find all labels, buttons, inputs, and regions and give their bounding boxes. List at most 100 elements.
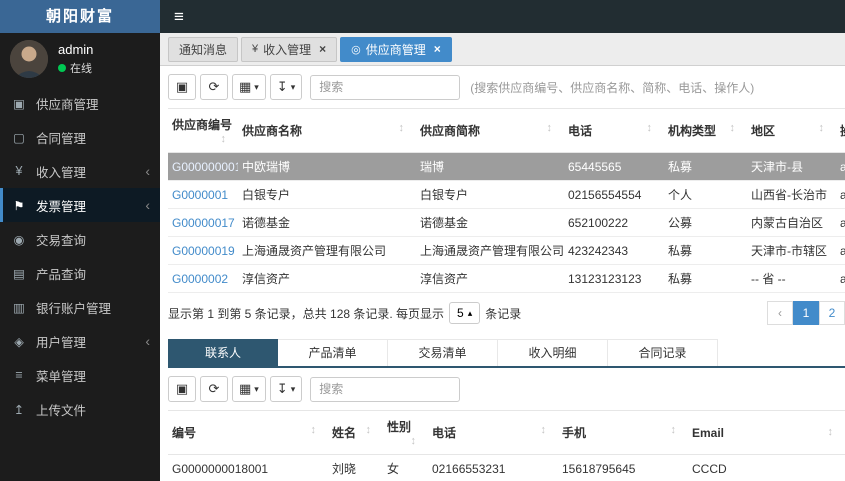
cell-type: 私募 [664, 152, 747, 181]
table-header-row: 编号 ↕ 姓名 ↕ 性别 ↕ 电话 ↕ 手机 ↕ Email ↕ [168, 410, 845, 455]
close-icon[interactable]: × [319, 42, 326, 56]
columns-button[interactable]: ▦ ▾ [232, 376, 266, 402]
row-id-link[interactable]: G00000017 [172, 216, 235, 230]
close-icon[interactable]: × [434, 42, 441, 56]
column-header-short[interactable]: 供应商简称 ↕ [416, 108, 564, 153]
sort-icon[interactable]: ↕ [399, 122, 405, 134]
column-header-mobile[interactable]: 手机 ↕ [558, 410, 688, 455]
sidebar-item-menus[interactable]: ≡ 菜单管理 [0, 358, 160, 392]
column-header-name[interactable]: 供应商名称 ↕ [238, 108, 416, 153]
sort-icon[interactable]: ↕ [541, 424, 547, 436]
sort-icon[interactable]: ↕ [671, 424, 677, 436]
sidebar-item-invoices[interactable]: ⚑ 发票管理 ‹ [0, 188, 160, 222]
table-row[interactable]: G00000019 上海通晟资产管理有限公司 上海通晟资产管理有限公司 4232423… [168, 236, 845, 265]
sidebar-item-upload[interactable]: ↥ 上传文件 [0, 392, 160, 426]
sidebar-item-products[interactable]: ▤ 产品查询 [0, 256, 160, 290]
cell-phone: 02166553231 [428, 454, 558, 481]
table-row[interactable]: G0000000018中欧瑞博瑞博65445565私募天津市-县a [168, 152, 845, 181]
cell-short: 上海通晟资产管理有限公司 [416, 236, 564, 265]
sidebar-item-users[interactable]: ◈ 用户管理 ‹ [0, 324, 160, 358]
sort-icon[interactable]: ↕ [647, 122, 653, 134]
supplier-toolbar: ▣ ⟳ ▦▾ ↧▾ (搜索供应商编号、供应商名称、简称、电话、操作人) [168, 74, 845, 100]
column-header-name[interactable]: 姓名 ↕ [328, 410, 383, 455]
supplier-search-input[interactable] [310, 74, 461, 100]
cell-short: 诺德基金 [416, 208, 564, 237]
sort-icon[interactable]: ↕ [366, 424, 372, 436]
chevron-left-icon: ‹ [145, 163, 150, 179]
column-header-gender[interactable]: 性别 ↕ [383, 410, 428, 455]
table-row[interactable]: G00000017诺德基金诺德基金652100222公募内蒙古自治区a [168, 208, 845, 237]
table-row[interactable]: G0000001白银专户白银专户02156554554个人山西省-长治市a [168, 180, 845, 209]
bank-icon: ▥ [13, 300, 25, 315]
sort-icon[interactable]: ↕ [221, 133, 227, 145]
cell-region: -- 省 -- [747, 264, 836, 293]
row-id-link[interactable]: G0000002 [172, 272, 228, 286]
sidebar-item-label: 发票管理 [36, 199, 87, 214]
sidebar-toggle-icon[interactable]: ≡ [174, 7, 184, 26]
column-header-type[interactable]: 机构类型 ↕ [664, 108, 747, 153]
tab-notifications[interactable]: 通知消息 [168, 36, 239, 62]
page-button-1[interactable]: 1 [793, 301, 819, 325]
detail-tab-products[interactable]: 产品清单 [278, 339, 388, 366]
sidebar-item-contracts[interactable]: ▢ 合同管理 [0, 120, 160, 154]
column-header-id[interactable]: 编号 ↕ [168, 410, 328, 455]
column-header-phone[interactable]: 电话 ↕ [428, 410, 558, 455]
cell-op: a [836, 180, 845, 209]
detail-tab-contracts[interactable]: 合同记录 [608, 339, 718, 366]
tab-suppliers[interactable]: ◎ 供应商管理 × [340, 36, 452, 62]
sidebar: admin 在线 ▣ 供应商管理 ▢ 合同管理 ¥ 收入管理 ‹ ⚑ 发票管理 ‹ ◉ 交易查询 ▤ 产品… [0, 33, 160, 481]
sort-icon[interactable]: ↕ [311, 424, 317, 436]
page-size-select[interactable]: 5 ▴ [449, 302, 481, 324]
detail-tabs: 联系人 产品清单 交易清单 收入明细 合同记录 [168, 339, 845, 368]
row-id-link[interactable]: G0000000018 [172, 160, 238, 174]
toggle-view-button[interactable]: ▣ [168, 74, 196, 100]
column-header-label: 手机 [562, 426, 587, 440]
app-brand: 朝阳财富 [0, 0, 160, 33]
column-header-label: 电话 [568, 124, 593, 138]
column-header-op[interactable]: 操作人↕ [836, 108, 845, 153]
refresh-button[interactable]: ⟳ [200, 376, 228, 402]
columns-button[interactable]: ▦ ▾ [232, 74, 266, 100]
contacts-search-input[interactable] [310, 376, 461, 402]
detail-tab-contacts[interactable]: 联系人 [168, 339, 278, 366]
export-button[interactable]: ↧ ▾ [269, 74, 303, 100]
sort-icon[interactable]: ↕ [819, 122, 825, 134]
column-header-label: 编号 [172, 426, 197, 440]
tab-income[interactable]: ¥ 收入管理 × [241, 36, 338, 62]
export-button[interactable]: ↧ ▾ [269, 376, 303, 402]
cell-mobile: 15618795645 [558, 454, 688, 481]
refresh-button[interactable]: ⟳ [200, 74, 228, 100]
table-row[interactable]: G0000000018001 刘晓女 02166553231 15618795645 C… [168, 454, 845, 481]
sort-icon[interactable]: ↕ [411, 435, 417, 447]
sidebar-item-suppliers[interactable]: ▣ 供应商管理 [0, 86, 160, 120]
column-header-region[interactable]: 地区 ↕ [747, 108, 836, 153]
row-id-link[interactable]: G00000019 [172, 244, 235, 258]
cell-region: 山西省-长治市 [747, 180, 836, 209]
contacts-toolbar: ▣ ⟳ ▦ ▾ ↧ ▾ [168, 376, 845, 402]
tab-label: 通知消息 [179, 42, 228, 57]
detail-tab-income[interactable]: 收入明细 [498, 339, 608, 366]
sidebar-item-bank-accounts[interactable]: ▥ 银行账户管理 [0, 290, 160, 324]
cell-id: G00000017 [168, 208, 238, 237]
refresh-icon: ⟳ [208, 79, 220, 94]
column-header-phone[interactable]: 电话 ↕ [564, 108, 664, 153]
cell-op: a [836, 208, 845, 237]
table-row[interactable]: G0000002淳信资产淳信资产13123123123私募-- 省 --a [168, 264, 845, 293]
supplier-icon: ▣ [13, 96, 25, 111]
row-id-link[interactable]: G0000001 [172, 188, 228, 202]
sort-icon[interactable]: ↕ [730, 122, 736, 134]
sort-icon[interactable]: ↕ [547, 122, 553, 134]
column-header-email[interactable]: Email ↕ [688, 410, 845, 455]
sidebar-item-transactions[interactable]: ◉ 交易查询 [0, 222, 160, 256]
page-button-2[interactable]: 2 [819, 301, 845, 325]
prev-page-button[interactable]: ‹ [767, 301, 793, 325]
supplier-table: 供应商编号↕供应商名称↕供应商简称↕电话↕机构类型↕地区↕操作人↕G000000… [168, 108, 845, 293]
sidebar-item-income[interactable]: ¥ 收入管理 ‹ [0, 154, 160, 188]
cell-id: G00000019 [168, 236, 238, 265]
detail-tab-transactions[interactable]: 交易清单 [388, 339, 498, 366]
cell-name: 淳信资产 [238, 264, 416, 293]
sort-icon[interactable]: ↕ [828, 426, 834, 438]
page-size-value: 5 [457, 306, 464, 320]
toggle-view-button[interactable]: ▣ [168, 376, 196, 402]
column-header-id[interactable]: 供应商编号 ↕ [168, 108, 238, 153]
